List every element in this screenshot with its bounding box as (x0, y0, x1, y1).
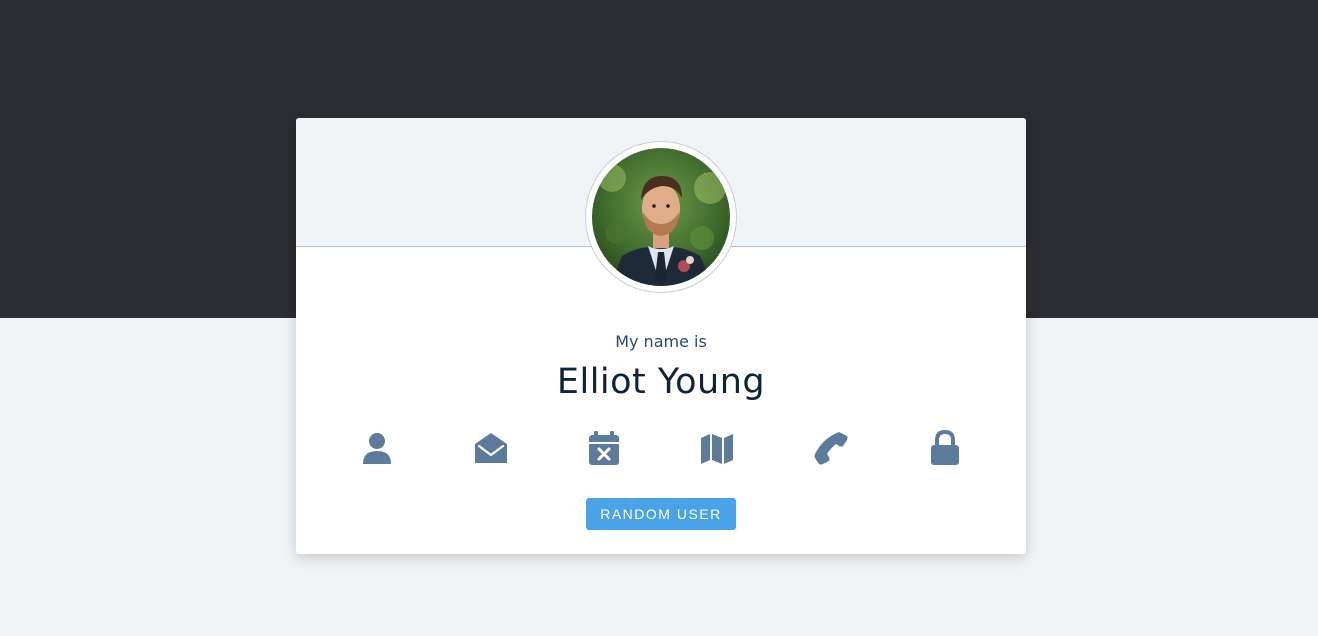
user-card: My name is Elliot Young RANDOM USER (296, 118, 1026, 554)
lock-icon[interactable] (927, 430, 963, 466)
profile-value: Elliot Young (556, 362, 766, 402)
random-user-button[interactable]: RANDOM USER (586, 498, 736, 530)
info-icon-row (296, 430, 1026, 470)
calendar-x-icon[interactable] (586, 430, 622, 466)
avatar (592, 148, 730, 286)
map-icon[interactable] (699, 430, 735, 466)
profile-label: My name is (615, 332, 707, 351)
envelope-open-icon[interactable] (473, 430, 509, 466)
user-icon[interactable] (359, 430, 395, 466)
page: My name is Elliot Young RANDOM USER (0, 0, 1318, 636)
phone-icon[interactable] (813, 430, 849, 466)
avatar-frame (586, 142, 736, 292)
